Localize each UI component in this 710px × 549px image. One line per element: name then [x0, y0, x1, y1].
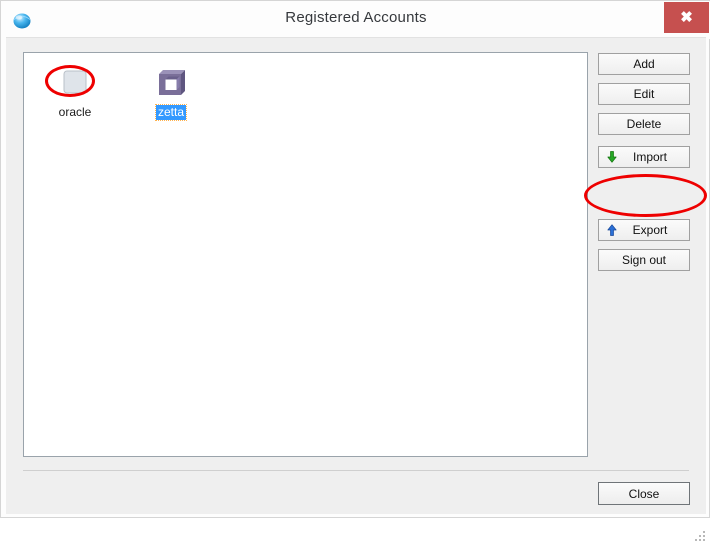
edit-button-label: Edit: [633, 87, 655, 101]
dialog-window: Registered Accounts ✖ oracle zetta Add E…: [0, 0, 710, 541]
page-title: Registered Accounts: [285, 9, 427, 26]
list-item[interactable]: zetta: [133, 61, 209, 121]
close-window-button[interactable]: ✖: [664, 2, 709, 33]
delete-button-label: Delete: [626, 117, 662, 131]
delete-button[interactable]: Delete: [598, 113, 690, 135]
footer-divider: [23, 470, 689, 471]
export-button-label: Export: [632, 223, 668, 237]
add-button-label: Add: [633, 57, 655, 71]
accounts-list-panel[interactable]: oracle zetta: [23, 52, 588, 457]
export-button[interactable]: Export: [598, 219, 690, 241]
cube-icon: [133, 61, 209, 103]
dialog-body: oracle zetta Add Edit Delete Import Expo…: [6, 37, 706, 541]
close-dialog-button[interactable]: Close: [598, 482, 690, 505]
arrow-up-icon: [607, 224, 617, 236]
sign-out-button-label: Sign out: [621, 253, 667, 267]
list-item-label: oracle: [58, 105, 92, 119]
sign-out-button[interactable]: Sign out: [598, 249, 690, 271]
list-item[interactable]: oracle: [37, 61, 113, 121]
edit-button[interactable]: Edit: [598, 83, 690, 105]
resize-grip[interactable]: [694, 530, 708, 544]
close-icon: ✖: [680, 9, 693, 26]
title-bar: Registered Accounts ✖: [1, 1, 710, 39]
account-icon: [37, 61, 113, 103]
arrow-down-icon: [607, 151, 617, 163]
list-item-label: zetta: [154, 104, 188, 121]
import-button-label: Import: [632, 150, 667, 164]
add-button[interactable]: Add: [598, 53, 690, 75]
import-button[interactable]: Import: [598, 146, 690, 168]
